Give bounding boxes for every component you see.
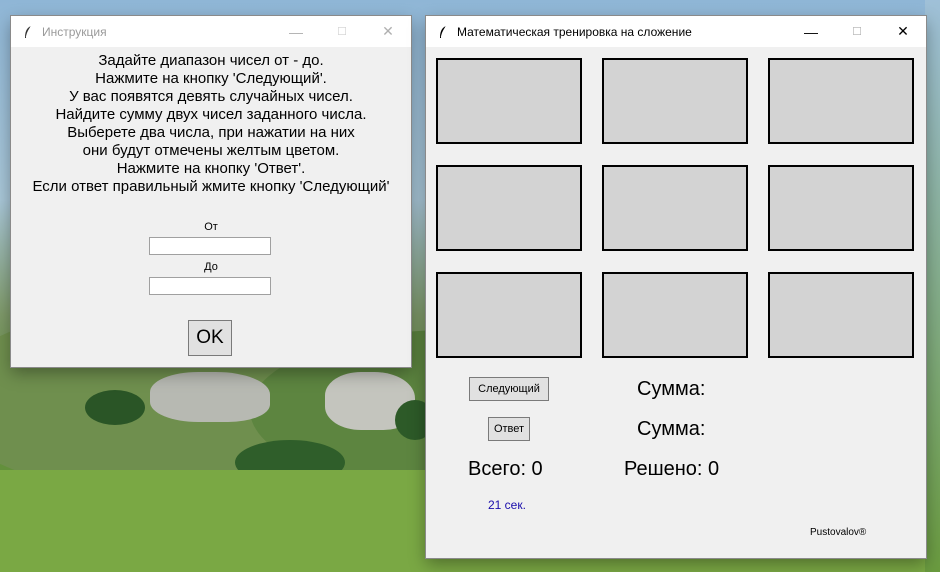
instruction-titlebar[interactable]: Инструкция — ☐ ✕ [11, 16, 411, 47]
total-counter: Всего: 0 [468, 458, 543, 480]
minimize-button[interactable]: — [788, 16, 834, 47]
number-cell[interactable] [602, 272, 748, 358]
timer-label: 21 сек. [488, 498, 526, 512]
rock-1 [150, 372, 270, 422]
answer-button[interactable]: Ответ [488, 417, 530, 441]
number-cell[interactable] [436, 272, 582, 358]
instruction-line: Нажмите на кнопку 'Следующий'. [95, 70, 327, 87]
maximize-button[interactable]: ☐ [834, 16, 880, 47]
number-cell[interactable] [768, 272, 914, 358]
feather-icon [23, 25, 33, 39]
from-input[interactable] [149, 237, 271, 255]
number-cell[interactable] [602, 58, 748, 144]
from-label: От [204, 221, 218, 233]
bush-2 [85, 390, 145, 425]
instruction-line: Задайте диапазон чисел от - до. [98, 52, 324, 69]
number-cell[interactable] [602, 165, 748, 251]
training-window: Математическая тренировка на сложение — … [426, 16, 926, 558]
number-cell[interactable] [436, 58, 582, 144]
instruction-line: У вас появятся девять случайных чисел. [69, 88, 353, 105]
instruction-text: Задайте диапазон чисел от - до. Нажмите … [11, 52, 411, 196]
sum-label-target: Сумма: [637, 378, 706, 400]
window-title: Математическая тренировка на сложение [457, 24, 692, 39]
next-button[interactable]: Следующий [469, 377, 549, 401]
author-credit: Pustovalov® [810, 527, 867, 538]
instruction-line: Если ответ правильный жмите кнопку 'След… [32, 178, 390, 195]
window-title: Инструкция [42, 24, 107, 39]
close-button[interactable]: ✕ [365, 16, 411, 47]
instruction-line: они будут отмечены желтым цветом. [82, 142, 340, 159]
number-cell[interactable] [436, 165, 582, 251]
to-label: До [204, 261, 218, 273]
number-cell[interactable] [768, 58, 914, 144]
instruction-line: Найдите сумму двух чисел заданного числа… [55, 106, 367, 123]
instruction-line: Выберете два числа, при нажатии на них [67, 124, 355, 141]
solved-counter: Решено: 0 [624, 458, 720, 480]
number-cell[interactable] [768, 165, 914, 251]
instruction-line: Нажмите на кнопку 'Ответ'. [116, 160, 306, 177]
feather-icon [438, 25, 448, 39]
maximize-button[interactable]: ☐ [319, 16, 365, 47]
training-titlebar[interactable]: Математическая тренировка на сложение — … [426, 16, 926, 47]
ok-button[interactable]: OK [188, 320, 232, 356]
to-input[interactable] [149, 277, 271, 295]
sum-label-answer: Сумма: [637, 418, 706, 440]
minimize-button[interactable]: — [273, 16, 319, 47]
instruction-window: Инструкция — ☐ ✕ Задайте диапазон чисел … [11, 16, 411, 367]
close-button[interactable]: ✕ [880, 16, 926, 47]
